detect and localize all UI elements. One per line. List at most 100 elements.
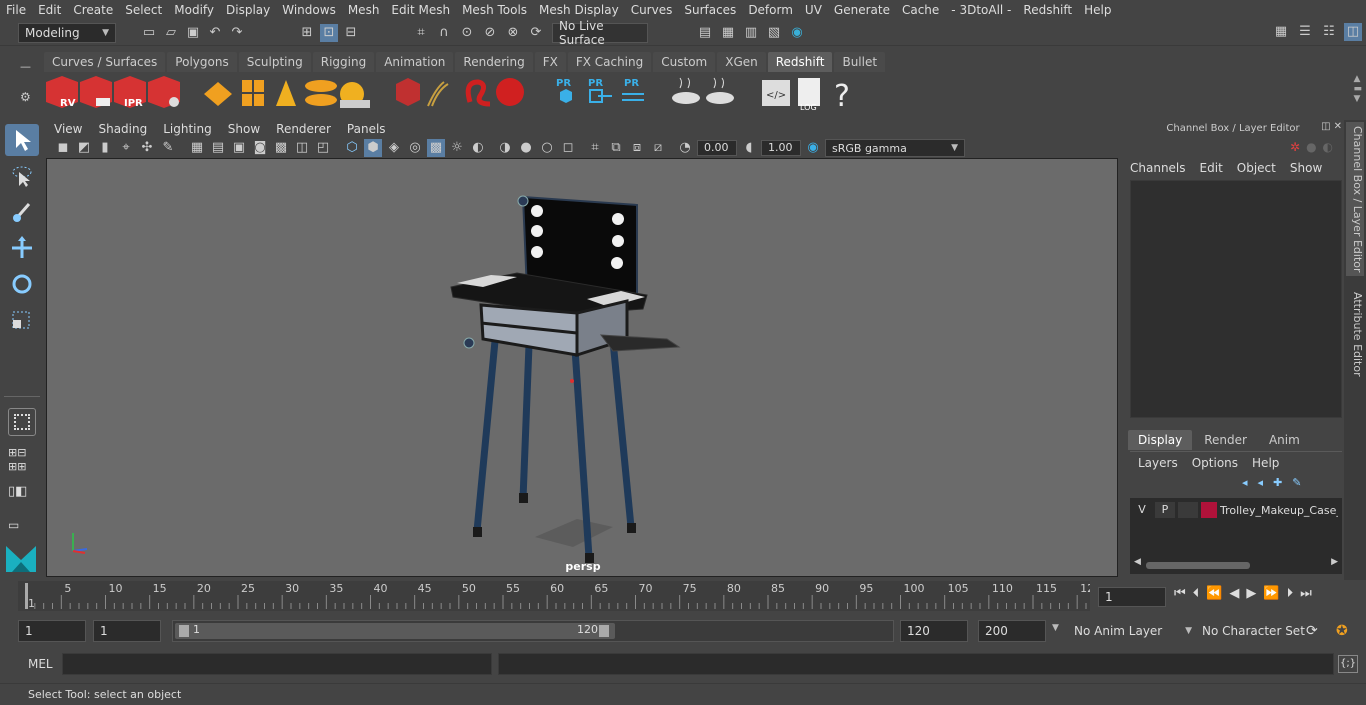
mel-label[interactable]: MEL [28,657,53,671]
layer-playback-toggle[interactable]: P [1155,502,1175,518]
current-time-indicator[interactable] [25,583,28,609]
open-scene-icon[interactable]: ▱ [162,24,180,42]
bookmark-icon[interactable]: ▮ [96,139,114,157]
menu-display[interactable]: Display [220,3,276,17]
menu-edit-mesh[interactable]: Edit Mesh [385,3,456,17]
log-icon[interactable]: LOG [798,78,820,112]
command-input[interactable] [62,653,492,675]
anti-aliasing-icon[interactable]: ● [517,139,535,157]
redshift-material-icon[interactable] [396,78,420,106]
menu-modify[interactable]: Modify [168,3,220,17]
wireframe-icon[interactable]: ⬡ [343,139,361,157]
shelf-tab-rigging[interactable]: Rigging [312,52,375,72]
camera-select-icon[interactable]: ◼ [54,139,72,157]
channel-box-menu-edit[interactable]: Edit [1200,161,1223,175]
redshift-domelight-icon[interactable] [340,82,370,108]
undo-icon[interactable]: ↶ [206,24,224,42]
image-plane-icon[interactable]: ⌖ [117,139,135,157]
tab-channel-box[interactable]: Channel Box / Layer Editor [1346,122,1364,276]
camera-attributes-icon[interactable]: ◩ [75,139,93,157]
redshift-sphere-icon[interactable] [496,78,524,106]
xray-joints-icon[interactable]: ⧉ [607,139,625,157]
single-view-layout-icon[interactable] [8,408,36,436]
2d-pan-icon[interactable]: ✣ [138,139,156,157]
select-tool-icon[interactable] [5,124,39,156]
isolate-select-icon[interactable]: ◻ [559,139,577,157]
trolley-makeup-case-model[interactable] [47,159,1119,578]
play-backward-icon[interactable]: ◀ [1229,586,1239,601]
shadows-icon[interactable]: ☼ [448,139,466,157]
viewport-menu-shading[interactable]: Shading [90,122,155,136]
channel-list[interactable] [1130,180,1342,418]
toggle-layers-icon[interactable]: ● [1306,140,1316,154]
redshift-grid-icon[interactable] [242,80,264,106]
character-set-dropdown[interactable]: No Character Set [1198,620,1305,642]
layer-menu-options[interactable]: Options [1192,456,1238,470]
colorspace-dropdown[interactable]: sRGB gamma ▼ [825,139,965,157]
snap-point-icon[interactable]: ⊙ [458,24,476,42]
smooth-shade-icon[interactable]: ⬢ [364,139,382,157]
move-tool-icon[interactable] [5,232,39,264]
menu-redshift[interactable]: Redshift [1017,3,1078,17]
script-editor-icon[interactable]: </> [762,80,790,106]
redshift-settings-icon[interactable] [148,76,180,108]
pr-export-icon[interactable]: PR [556,78,572,103]
auto-key-icon[interactable]: ⟳ [1306,623,1318,639]
render-settings-icon[interactable]: ▤ [696,24,714,42]
shelf-tab-redshift[interactable]: Redshift [767,52,833,72]
tool-settings-icon[interactable]: ☷ [1320,23,1338,41]
close-panel-icon[interactable]: ✕ [1334,121,1342,132]
menu-mesh-tools[interactable]: Mesh Tools [456,3,533,17]
shelf-scroll-icon[interactable]: ▲ ▬ ▼ [1353,74,1362,104]
menu-3dtoall[interactable]: - 3DtoAll - [945,3,1017,17]
range-start-grip[interactable] [179,625,189,637]
move-layer-up-icon[interactable]: ◂ [1242,476,1248,489]
anim-layer-chevron-down-icon[interactable]: ▼ [1052,623,1059,633]
help-icon[interactable]: ? [834,79,850,114]
shelf-tab-curves-surfaces[interactable]: Curves / Surfaces [44,52,166,72]
anim-layer-dropdown[interactable]: No Anim Layer ▼ [1068,620,1192,642]
redshift-spotlight-icon[interactable] [276,80,296,106]
hypershade-icon[interactable]: ◉ [788,24,806,42]
menu-generate[interactable]: Generate [828,3,896,17]
render-sequence-icon[interactable]: ▧ [765,24,783,42]
two-view-layout-icon[interactable]: ▯◧ [8,484,27,499]
layer-display-type-toggle[interactable] [1178,502,1198,518]
shelf-tab-sculpting[interactable]: Sculpting [238,52,311,72]
menu-mesh[interactable]: Mesh [342,3,386,17]
mode-dropdown[interactable]: Modeling ▼ [18,23,116,43]
layer-row[interactable]: V P Trolley_Makeup_Case_ [1132,501,1342,519]
new-layer-selected-icon[interactable]: ✎ [1292,476,1301,489]
attribute-editor-icon[interactable]: ☰ [1296,23,1314,41]
shelf-tab-rendering[interactable]: Rendering [455,52,533,72]
film-gate-icon[interactable]: ▤ [209,139,227,157]
range-slider[interactable]: 1 120 [172,620,894,642]
shelf-settings-icon[interactable]: ⚙ [20,90,31,104]
color-management-icon[interactable]: ◉ [804,139,822,157]
layer-tab-render[interactable]: Render [1194,430,1257,450]
layer-color-swatch[interactable] [1201,502,1217,518]
gamma-icon[interactable]: ◖ [740,139,758,157]
redshift-hair-icon[interactable] [427,81,449,107]
gamma-field[interactable]: 1.00 [761,140,801,156]
step-forward-key-icon[interactable]: ⏵ [1287,586,1294,601]
scene-start-field[interactable]: 1 [18,620,86,642]
rotate-tool-icon[interactable] [5,268,39,300]
snap-grid-icon[interactable]: ⌗ [412,24,430,42]
new-layer-icon[interactable]: ✚ [1273,476,1282,489]
layer-menu-help[interactable]: Help [1252,456,1279,470]
snap-curve-icon[interactable]: ∩ [435,24,453,42]
redo-icon[interactable]: ↷ [228,24,246,42]
outliner-layout-icon[interactable]: ▭ [8,518,19,532]
exposure-field[interactable]: 0.00 [697,140,737,156]
float-panel-icon[interactable]: ◫ [1321,121,1330,132]
menu-mesh-display[interactable]: Mesh Display [533,3,625,17]
layer-menu-layers[interactable]: Layers [1138,456,1178,470]
menu-uv[interactable]: UV [799,3,828,17]
tab-attribute-editor[interactable]: Attribute Editor [1346,286,1364,382]
field-chart-icon[interactable]: ▩ [272,139,290,157]
channel-box-menu-channels[interactable]: Channels [1130,161,1186,175]
toggle-channels-icon[interactable]: ✲ [1290,140,1300,154]
layer-list-scrollbar[interactable]: ◀ ▶ [1134,557,1338,570]
depth-of-field-icon[interactable]: ○ [538,139,556,157]
